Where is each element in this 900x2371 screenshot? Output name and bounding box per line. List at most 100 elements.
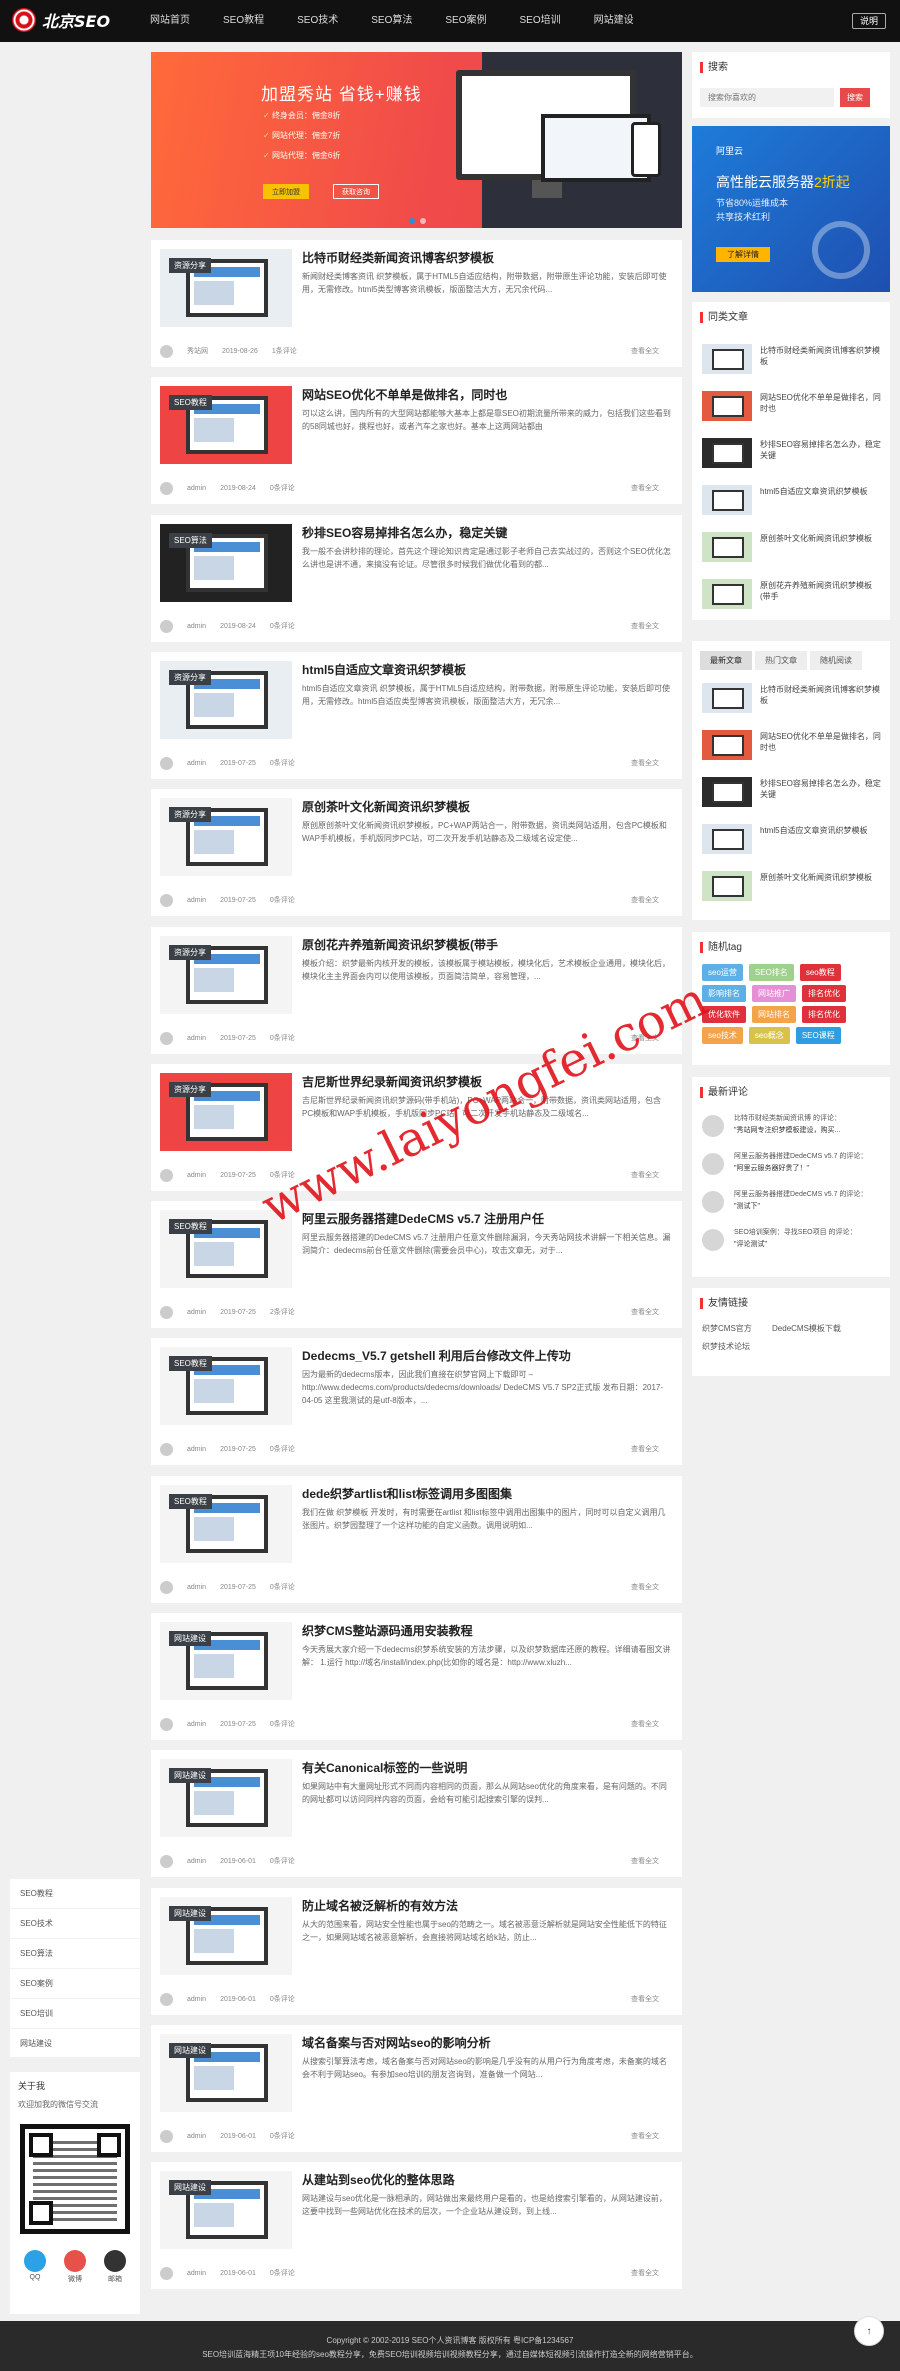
- sidebar-article-item[interactable]: 原创茶叶文化新闻资讯织梦模板: [702, 532, 882, 566]
- nav-item-seo-tech[interactable]: SEO技术: [297, 0, 338, 42]
- article-card[interactable]: SEO教程 Dedecms_V5.7 getshell 利用后台修改文件上传功 因为…: [151, 1338, 682, 1465]
- article-card[interactable]: 资源分享 比特币财经类新闻资讯博客织梦模板 新闻财经类博客资讯 织梦模板，属于HTM…: [151, 240, 682, 367]
- nav-item-seo-training[interactable]: SEO培训: [520, 0, 561, 42]
- article-title[interactable]: dede织梦artlist和list标签调用多图图集: [302, 1485, 512, 1502]
- article-thumbnail[interactable]: 网站建设: [160, 1897, 292, 1975]
- read-more-link[interactable]: 查看全文: [631, 2268, 659, 2278]
- article-thumbnail[interactable]: SEO教程: [160, 1347, 292, 1425]
- article-card[interactable]: 网站建设 防止域名被泛解析的有效方法 从大的范围来看，网站安全性能也属于seo的范畴…: [151, 1888, 682, 2015]
- article-title[interactable]: 阿里云服务器搭建DedeCMS v5.7 注册用户任: [302, 1210, 544, 1227]
- article-card[interactable]: SEO教程 dede织梦artlist和list标签调用多图图集 我们在做 织梦模板…: [151, 1476, 682, 1603]
- article-card[interactable]: 资源分享 html5自适应文章资讯织梦模板 html5自适应文章资讯 织梦模板，属于…: [151, 652, 682, 779]
- leftnav-item[interactable]: 网站建设: [10, 2029, 140, 2059]
- tag-chip[interactable]: seo运营: [702, 964, 743, 981]
- sidebar-article-item[interactable]: 原创茶叶文化新闻资讯织梦模板: [702, 871, 882, 905]
- leftnav-item[interactable]: SEO技术: [10, 1909, 140, 1939]
- article-category-tag[interactable]: 资源分享: [169, 945, 211, 960]
- article-title[interactable]: 比特币财经类新闻资讯博客织梦模板: [302, 249, 494, 266]
- article-category-tag[interactable]: 网站建设: [169, 1768, 211, 1783]
- read-more-link[interactable]: 查看全文: [631, 1994, 659, 2004]
- read-more-link[interactable]: 查看全文: [631, 1307, 659, 1317]
- article-title[interactable]: 吉尼斯世界纪录新闻资讯织梦模板: [302, 1073, 482, 1090]
- email-icon[interactable]: [104, 2250, 126, 2272]
- sidebar-article-item[interactable]: html5自适应文章资讯织梦模板: [702, 824, 882, 858]
- article-thumbnail[interactable]: SEO算法: [160, 524, 292, 602]
- article-card[interactable]: SEO教程 网站SEO优化不单单是做排名，同时也 可以这么讲，国内所有的大型网站都能…: [151, 377, 682, 504]
- article-card[interactable]: 网站建设 织梦CMS整站源码通用安装教程 今天秀展大家介绍一下dedecms织梦系统…: [151, 1613, 682, 1740]
- friend-link[interactable]: DedeCMS模板下载: [772, 1324, 841, 1333]
- article-category-tag[interactable]: SEO教程: [169, 1219, 212, 1234]
- article-card[interactable]: 网站建设 域名备案与否对网站seo的影响分析 从搜索引擎算法考虑，域名备案与否对网站…: [151, 2025, 682, 2152]
- article-category-tag[interactable]: 网站建设: [169, 1906, 211, 1921]
- read-more-link[interactable]: 查看全文: [631, 1856, 659, 1866]
- sidebar-article-item[interactable]: 比特币财经类新闻资讯博客织梦模板: [702, 344, 882, 378]
- tag-chip[interactable]: 排名优化: [802, 1006, 846, 1023]
- tag-chip[interactable]: 网站排名: [752, 1006, 796, 1023]
- article-category-tag[interactable]: 资源分享: [169, 670, 211, 685]
- tab-random[interactable]: 随机阅读: [810, 651, 862, 670]
- article-thumbnail[interactable]: 网站建设: [160, 2034, 292, 2112]
- article-title[interactable]: 网站SEO优化不单单是做排名，同时也: [302, 386, 507, 403]
- nav-item-seo-tutorial[interactable]: SEO教程: [223, 0, 264, 42]
- article-thumbnail[interactable]: 资源分享: [160, 798, 292, 876]
- article-card[interactable]: 资源分享 原创茶叶文化新闻资讯织梦模板 原创原创茶叶文化新闻资讯织梦模板，PC+WA…: [151, 789, 682, 916]
- read-more-link[interactable]: 查看全文: [631, 1444, 659, 1454]
- leftnav-item[interactable]: SEO教程: [10, 1879, 140, 1909]
- nav-item-seo-algorithm[interactable]: SEO算法: [371, 0, 412, 42]
- article-title[interactable]: 防止域名被泛解析的有效方法: [302, 1897, 458, 1914]
- tab-hot[interactable]: 热门文章: [755, 651, 807, 670]
- article-thumbnail[interactable]: 资源分享: [160, 661, 292, 739]
- sidebar-article-item[interactable]: 秒排SEO容易掉排名怎么办，稳定关键: [702, 438, 882, 472]
- read-more-link[interactable]: 查看全文: [631, 1719, 659, 1729]
- nav-item-home[interactable]: 网站首页: [150, 0, 190, 42]
- article-card[interactable]: SEO算法 秒排SEO容易掉排名怎么办，稳定关键 我一般不会讲秒排的理论，首先这个理…: [151, 515, 682, 642]
- article-thumbnail[interactable]: 资源分享: [160, 1073, 292, 1151]
- article-thumbnail[interactable]: 网站建设: [160, 2171, 292, 2249]
- article-title[interactable]: Dedecms_V5.7 getshell 利用后台修改文件上传功: [302, 1347, 571, 1364]
- tab-latest[interactable]: 最新文章: [700, 651, 752, 670]
- article-card[interactable]: 资源分享 原创花卉养殖新闻资讯织梦模板(带手 模板介绍：织梦最新内核开发的模板，该模…: [151, 927, 682, 1054]
- tag-chip[interactable]: SEO排名: [748, 964, 794, 981]
- article-category-tag[interactable]: SEO教程: [169, 1356, 212, 1371]
- read-more-link[interactable]: 查看全文: [631, 2131, 659, 2141]
- sidebar-article-item[interactable]: html5自适应文章资讯织梦模板: [702, 485, 882, 519]
- comment-item[interactable]: 比特币财经类新闻资讯博 的评论： "秀站网专注织梦模板建设，购买...: [702, 1113, 882, 1143]
- article-category-tag[interactable]: SEO教程: [169, 1494, 212, 1509]
- read-more-link[interactable]: 查看全文: [631, 895, 659, 905]
- sidebar-article-item[interactable]: 原创花卉养殖新闻资讯织梦模板(带手: [702, 579, 882, 613]
- article-category-tag[interactable]: 网站建设: [169, 1631, 211, 1646]
- banner-join-button[interactable]: 立即加盟: [263, 184, 309, 199]
- banner-consult-button[interactable]: 获取咨询: [333, 184, 379, 199]
- nav-item-seo-cases[interactable]: SEO案例: [445, 0, 486, 42]
- article-thumbnail[interactable]: 网站建设: [160, 1759, 292, 1837]
- read-more-link[interactable]: 查看全文: [631, 483, 659, 493]
- tag-chip[interactable]: 影响排名: [702, 985, 746, 1002]
- sidebar-article-item[interactable]: 网站SEO优化不单单是做排名，同时也: [702, 730, 882, 764]
- comment-item[interactable]: 阿里云服务器搭建DedeCMS v5.7 的评论： "测试下": [702, 1189, 882, 1219]
- search-button[interactable]: 搜索: [840, 88, 870, 107]
- explain-button[interactable]: 说明: [852, 13, 886, 29]
- hero-banner[interactable]: 加盟秀站 省钱+赚钱 终身会员：佣金8折 网站代理：佣金7折 网站代理：佣金6折…: [151, 52, 682, 228]
- tag-chip[interactable]: 网站推广: [752, 985, 796, 1002]
- sidebar-article-item[interactable]: 网站SEO优化不单单是做排名，同时也: [702, 391, 882, 425]
- article-title[interactable]: 原创茶叶文化新闻资讯织梦模板: [302, 798, 470, 815]
- read-more-link[interactable]: 查看全文: [631, 1170, 659, 1180]
- leftnav-item[interactable]: SEO培训: [10, 1999, 140, 2029]
- article-card[interactable]: 网站建设 有关Canonical标签的一些说明 如果网站中有大量网址形式不同而内容相…: [151, 1750, 682, 1877]
- article-card[interactable]: SEO教程 阿里云服务器搭建DedeCMS v5.7 注册用户任 阿里云服务器搭建的…: [151, 1201, 682, 1328]
- sidebar-article-item[interactable]: 比特币财经类新闻资讯博客织梦模板: [702, 683, 882, 717]
- article-card[interactable]: 资源分享 吉尼斯世界纪录新闻资讯织梦模板 吉尼斯世界纪录新闻资讯织梦源码(带手机站)…: [151, 1064, 682, 1191]
- back-to-top-button[interactable]: ↑: [854, 2316, 884, 2346]
- article-card[interactable]: 网站建设 从建站到seo优化的整体思路 网站建设与seo优化是一脉相承的，网站做出来…: [151, 2162, 682, 2289]
- read-more-link[interactable]: 查看全文: [631, 346, 659, 356]
- tag-chip[interactable]: SEO课程: [795, 1027, 841, 1044]
- article-title[interactable]: html5自适应文章资讯织梦模板: [302, 661, 466, 678]
- article-thumbnail[interactable]: 资源分享: [160, 249, 292, 327]
- site-logo[interactable]: 北京SEO: [12, 8, 110, 32]
- article-thumbnail[interactable]: SEO教程: [160, 1485, 292, 1563]
- ad-detail-button[interactable]: 了解详情: [716, 247, 770, 262]
- comment-item[interactable]: 阿里云服务器搭建DedeCMS v5.7 的评论： "阿里云服务器好贵了！": [702, 1151, 882, 1181]
- article-category-tag[interactable]: 网站建设: [169, 2180, 211, 2195]
- article-thumbnail[interactable]: SEO教程: [160, 386, 292, 464]
- leftnav-item[interactable]: SEO算法: [10, 1939, 140, 1969]
